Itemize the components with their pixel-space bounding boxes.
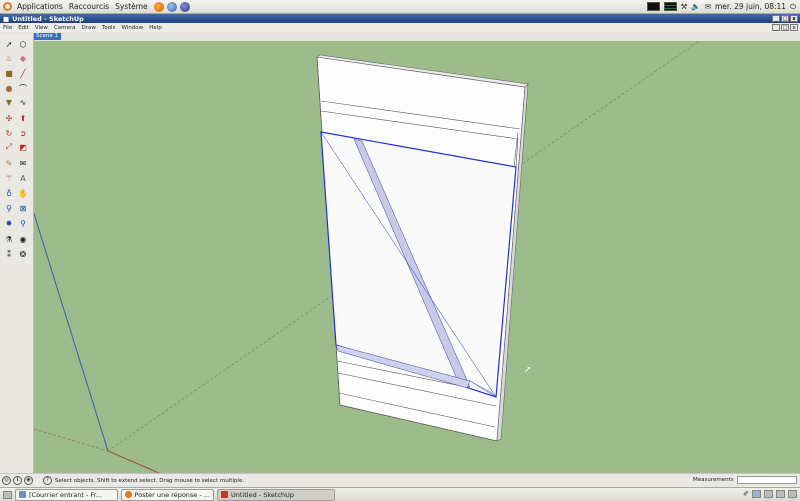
zoom-icon[interactable]: ⚲ (3, 202, 15, 214)
firefox-launcher-icon[interactable] (153, 1, 164, 12)
volume-icon[interactable]: 🔈 (691, 2, 700, 11)
ubuntu-logo-icon[interactable] (3, 2, 12, 11)
red-axis-dashed-line (34, 428, 109, 452)
look-around-icon[interactable]: ◉ (17, 233, 29, 245)
top-panel: Applications Raccourcis Système ⚒ 🔈 ✉ me… (0, 0, 800, 14)
move-icon[interactable]: ✣ (3, 112, 15, 124)
scene-tab[interactable]: Scene 1 (33, 33, 62, 40)
menu-file[interactable]: File (0, 25, 15, 31)
system-menu[interactable]: Système (112, 0, 151, 13)
zoom-window-icon[interactable]: ⊠ (17, 202, 29, 214)
eraser-icon[interactable]: ◆ (17, 52, 29, 64)
system-tray: ⚒ 🔈 ✉ mer. 29 juin, 08:11 ⏻ (646, 0, 800, 13)
drawing-viewport[interactable] (34, 41, 800, 473)
cpu-monitor-icon (646, 2, 660, 11)
rotate-icon[interactable]: ↻ (3, 127, 15, 139)
trash-icon[interactable]: ✐ (743, 490, 749, 498)
zoom-extents-icon[interactable]: ✸ (3, 217, 15, 229)
doc-minimize-button[interactable]: _ (772, 24, 780, 31)
taskbar-item-mail[interactable]: [Courrier entrant - Fr... (15, 488, 118, 501)
window-titlebar[interactable]: ■ Untitled - SketchUp _ □ x (0, 14, 800, 23)
offset-icon[interactable]: ◩ (17, 141, 29, 153)
taskbar-item-sketchup[interactable]: Untitled - SketchUp (217, 488, 335, 501)
freehand-icon[interactable]: ∿ (17, 96, 29, 108)
3d-text-icon[interactable]: A (17, 172, 29, 184)
pan-icon[interactable]: ✋ (17, 187, 29, 199)
workspace-2[interactable] (764, 490, 773, 498)
circle-icon[interactable]: ● (3, 82, 15, 94)
menu-edit[interactable]: Edit (15, 25, 32, 31)
taskbar-item-forum[interactable]: Poster une réponse - ... (121, 488, 214, 501)
workspace-3[interactable] (776, 490, 785, 498)
push-pull-icon[interactable]: ⬆ (17, 112, 29, 124)
workspace-1[interactable] (752, 490, 761, 498)
window-title: Untitled - SketchUp (12, 14, 84, 23)
arc-icon[interactable]: ⌒ (17, 82, 29, 94)
status-hint: Select objects. Shift to extend select. … (55, 477, 245, 484)
rectangle-icon[interactable]: ■ (3, 67, 15, 79)
doc-restore-button[interactable]: □ (781, 24, 789, 31)
menu-help[interactable]: Help (146, 25, 165, 31)
follow-me-icon[interactable]: ➲ (17, 127, 29, 139)
line-icon[interactable]: ╱ (17, 67, 29, 79)
taskbar-item-sketchup-label: Untitled - SketchUp (231, 490, 294, 499)
power-icon[interactable]: ⏻ (790, 2, 796, 12)
component-icon[interactable]: ⬡ (17, 38, 29, 50)
mail-window-icon (19, 491, 26, 498)
paint-bucket-icon[interactable]: ♨ (3, 52, 15, 64)
large-toolset: ➚ ⬡ ♨ ◆ ■ ╱ ● ⌒ ▼ ∿ ✣ ⬆ ↻ ➲ ⤢ ◩ ✎ ✉ ⚚ A … (0, 33, 34, 473)
mail-icon[interactable]: ✉ (705, 2, 711, 11)
menu-camera[interactable]: Camera (51, 25, 79, 31)
minimize-button[interactable]: _ (772, 15, 780, 22)
polygon-icon[interactable]: ▼ (3, 96, 15, 108)
previous-view-icon[interactable]: ⚲ (17, 217, 29, 229)
taskbar-item-forum-label: Poster une réponse - ... (134, 490, 210, 499)
firefox-window-icon (125, 491, 132, 498)
sketchup-app-icon: ■ (3, 14, 10, 23)
section-plane-icon[interactable]: ❂ (17, 248, 29, 260)
menu-tools[interactable]: Tools (99, 25, 119, 31)
menu-view[interactable]: View (32, 25, 51, 31)
status-bar: ◎ ℹ ◉ ? Select objects. Shift to extend … (0, 473, 800, 487)
blue-axis-line (34, 212, 109, 452)
footprints-icon[interactable]: ⁑ (3, 248, 15, 260)
applications-menu[interactable]: Applications (14, 0, 66, 13)
workspace-switcher: ✐ (743, 490, 797, 498)
mouse-cursor-icon: ➚ (524, 365, 532, 375)
help-icon[interactable]: ? (43, 476, 52, 485)
tape-measure-icon[interactable]: ✎ (3, 157, 15, 169)
axes-icon[interactable]: ⚚ (3, 172, 15, 184)
red-axis-line (107, 450, 160, 473)
maximize-button[interactable]: □ (781, 15, 789, 22)
select-icon[interactable]: ➚ (3, 38, 15, 50)
orbit-icon[interactable]: ♁ (3, 187, 15, 199)
menu-window[interactable]: Window (118, 25, 146, 31)
network-icon[interactable]: ⚒ (681, 2, 688, 11)
menu-draw[interactable]: Draw (79, 25, 99, 31)
help-launcher-icon[interactable] (179, 1, 190, 12)
thunderbird-launcher-icon[interactable] (166, 1, 177, 12)
geo-location-icon[interactable]: ◎ (2, 476, 11, 485)
clock[interactable]: mer. 29 juin, 08:11 (715, 2, 786, 11)
model-canvas[interactable] (34, 41, 800, 473)
close-button[interactable]: x (790, 15, 798, 22)
show-desktop-icon[interactable] (3, 490, 12, 499)
measurements-label: Measurements (693, 477, 734, 483)
sign-in-icon[interactable]: ◉ (24, 476, 33, 485)
taskbar-item-mail-label: [Courrier entrant - Fr... (29, 490, 102, 499)
bottom-taskbar: [Courrier entrant - Fr... Poster une rép… (0, 487, 800, 501)
scale-icon[interactable]: ⤢ (3, 141, 15, 153)
network-monitor-icon (663, 2, 677, 11)
credits-icon[interactable]: ℹ (13, 476, 22, 485)
workspace-4[interactable] (788, 490, 797, 498)
doc-close-button[interactable]: x (790, 24, 798, 31)
walk-icon[interactable]: ⚗ (3, 233, 15, 245)
text-icon[interactable]: ✉ (17, 157, 29, 169)
measurements-input[interactable] (737, 476, 797, 484)
menu-bar: File Edit View Camera Draw Tools Window … (0, 23, 800, 32)
sketchup-window-icon (221, 491, 228, 498)
shortcuts-menu[interactable]: Raccourcis (66, 0, 112, 13)
